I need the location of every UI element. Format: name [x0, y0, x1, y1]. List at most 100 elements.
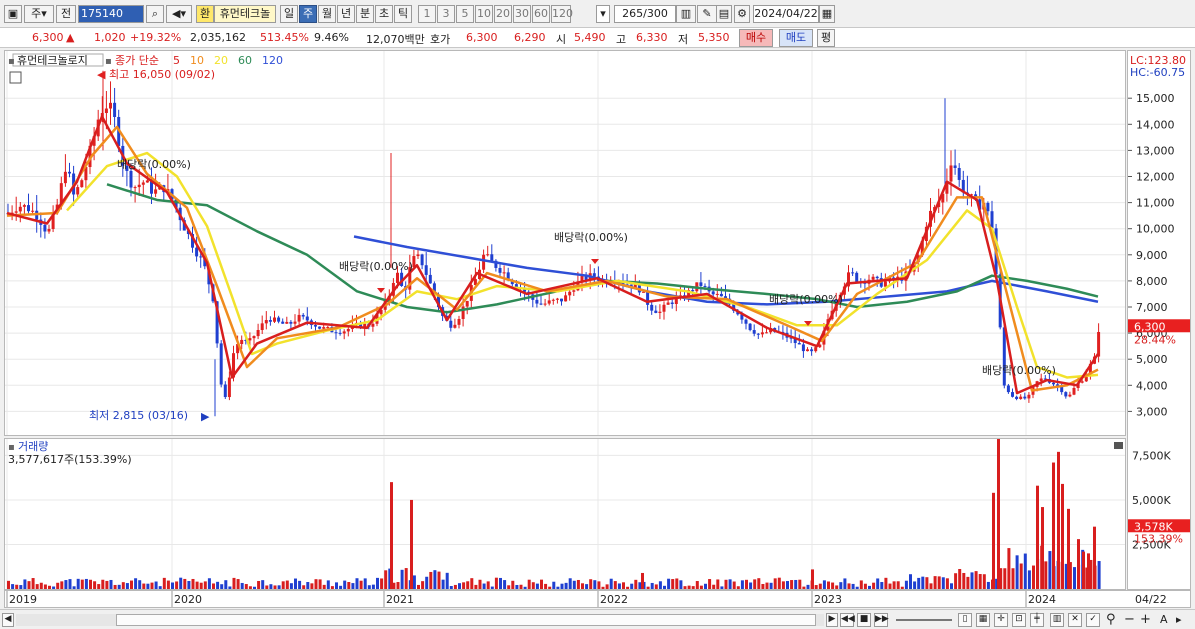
search-icon[interactable]: ⌕ [146, 5, 164, 23]
candle-body [482, 254, 486, 270]
zoom-slider[interactable] [896, 619, 952, 621]
period-button[interactable]: 월 [318, 5, 336, 23]
scroll-track[interactable] [16, 614, 824, 626]
period-button[interactable]: 일 [280, 5, 298, 23]
period-button[interactable]: 틱 [394, 5, 412, 23]
scroll-thumb[interactable] [116, 614, 816, 626]
candle-body [346, 328, 350, 332]
trade-amount: 12,070백만 [366, 33, 425, 46]
scroll-left-icon[interactable]: ◀ [2, 613, 14, 627]
volume-bar [503, 580, 507, 589]
date-input[interactable]: 2024/04/22 [753, 5, 819, 23]
volume-bar [786, 581, 789, 589]
zoom-in-icon[interactable]: + [1140, 612, 1151, 627]
eval-button[interactable]: 평 [817, 29, 835, 47]
save-icon[interactable]: ▤ [716, 5, 732, 23]
price-tick-label: 7,000 [1136, 301, 1168, 314]
interval-button[interactable]: 60 [532, 5, 550, 23]
volume-bar [851, 583, 855, 589]
code-input[interactable]: 175140 [78, 5, 144, 23]
interval-button[interactable]: 120 [551, 5, 573, 23]
interval-button[interactable]: 10 [475, 5, 493, 23]
candle-body [797, 343, 801, 345]
volume-bar [806, 584, 810, 589]
price-tick-label: 3,000 [1136, 405, 1168, 418]
forward-icon[interactable]: ▶▶ [874, 613, 889, 627]
split-icon[interactable]: ▯ [958, 613, 972, 627]
bars-icon[interactable]: ▥ [1050, 613, 1064, 627]
volume-bar [187, 581, 191, 589]
volume-bar [84, 578, 88, 589]
chart-icon[interactable]: ▣ [4, 5, 22, 23]
volume-bar [933, 576, 937, 589]
font-size-icon[interactable]: A [1160, 613, 1168, 626]
zoom-icon[interactable]: ⚲ [1106, 612, 1116, 627]
volume-bar [753, 579, 757, 589]
period-button[interactable]: 분 [356, 5, 374, 23]
volume-panel[interactable]: ▪ 거래량 3,577,617주(153.39%) [4, 435, 1126, 590]
stop-icon[interactable]: ■ [857, 613, 871, 627]
dropdown-icon[interactable]: ▾ [596, 5, 610, 23]
period-button[interactable]: 초 [375, 5, 393, 23]
volume-bar [162, 577, 166, 589]
period-mode[interactable]: 전 [56, 5, 76, 23]
period-button[interactable]: 년 [337, 5, 355, 23]
interval-button[interactable]: 1 [418, 5, 436, 23]
zoom-out-icon[interactable]: − [1124, 612, 1135, 627]
interval-button[interactable]: 20 [494, 5, 512, 23]
legend-square-icon: ▪ [8, 56, 15, 67]
crosshair-icon[interactable]: ✛ [994, 613, 1008, 627]
candle-body [539, 303, 543, 305]
ruler-icon[interactable]: ╪ [1030, 613, 1044, 627]
scroll-right-icon[interactable]: ▶ [826, 613, 838, 627]
price-axis[interactable]: LC:123.80 HC:-60.75 3,000 4,000 5,000 6,000 7,… [1127, 50, 1191, 590]
volume-bar [52, 586, 56, 589]
volume-bar [843, 578, 847, 589]
period-button[interactable]: 주 [299, 5, 317, 23]
price-tick-label: 11,000 [1136, 197, 1175, 210]
candle-body [113, 102, 117, 117]
market-select[interactable]: 주▾ [24, 5, 54, 23]
sell-button[interactable]: 매도 [779, 29, 813, 47]
tick-icon[interactable]: ✓ [1086, 613, 1100, 627]
interval-button[interactable]: 5 [456, 5, 474, 23]
draw-icon[interactable]: ✎ [697, 5, 717, 23]
rewind-icon[interactable]: ◀◀ [840, 613, 855, 627]
volume-bar [880, 582, 884, 589]
interval-button[interactable]: 3 [437, 5, 455, 23]
table-icon[interactable] [9, 71, 22, 84]
candle-body [670, 302, 674, 304]
volume-bar [347, 582, 351, 589]
volume-bar [191, 578, 195, 589]
more-icon[interactable]: ▸ [1176, 613, 1182, 626]
volume-bar [121, 582, 125, 589]
volume-bar [224, 580, 228, 589]
candle-body [195, 247, 199, 257]
volume-bar [617, 583, 621, 589]
volume-bar [80, 579, 84, 589]
candle-body [80, 180, 84, 188]
scroll-bar[interactable]: ◀ ▶ ◀◀ ■ ▶▶ ▯ ▦ ✛ ⊡ ╪ ▥ ✕ ✓ ⚲ − + A ▸ [0, 609, 1195, 629]
time-axis[interactable]: 2019 2020 2021 2022 2023 2024 04/22 [4, 590, 1191, 608]
settings-icon[interactable]: ⚙ [734, 5, 750, 23]
lock-icon[interactable]: ⊡ [1012, 613, 1026, 627]
candle-icon[interactable]: ▥ [676, 5, 696, 23]
sound-icon[interactable]: ◀▾ [166, 5, 192, 23]
volume-bar [330, 586, 334, 589]
calendar-icon[interactable]: ▦ [819, 5, 835, 23]
volume-bar [634, 579, 638, 589]
volume-bar [613, 581, 617, 589]
volume-bar [220, 584, 224, 589]
axis-svg: LC:123.80HC:-60.753,0004,0005,0006,0007,… [1128, 54, 1190, 551]
price-panel[interactable]: ▪ 휴먼테크놀로지 ▪ 종가 단순 5 10 20 60 120 ◀ 최고 16,050 (09/0… [4, 50, 1126, 436]
candle-body [1006, 385, 1010, 393]
count-field[interactable]: 265/300 [614, 5, 676, 23]
hwan-button[interactable]: 환 [196, 5, 214, 23]
interval-button[interactable]: 30 [513, 5, 531, 23]
cross-icon[interactable]: ✕ [1068, 613, 1082, 627]
grid-icon[interactable]: ▦ [976, 613, 990, 627]
volume-bar [314, 579, 318, 589]
panel-close-icon[interactable] [1114, 442, 1123, 449]
buy-button[interactable]: 매수 [739, 29, 773, 47]
volume-bar [992, 492, 995, 589]
